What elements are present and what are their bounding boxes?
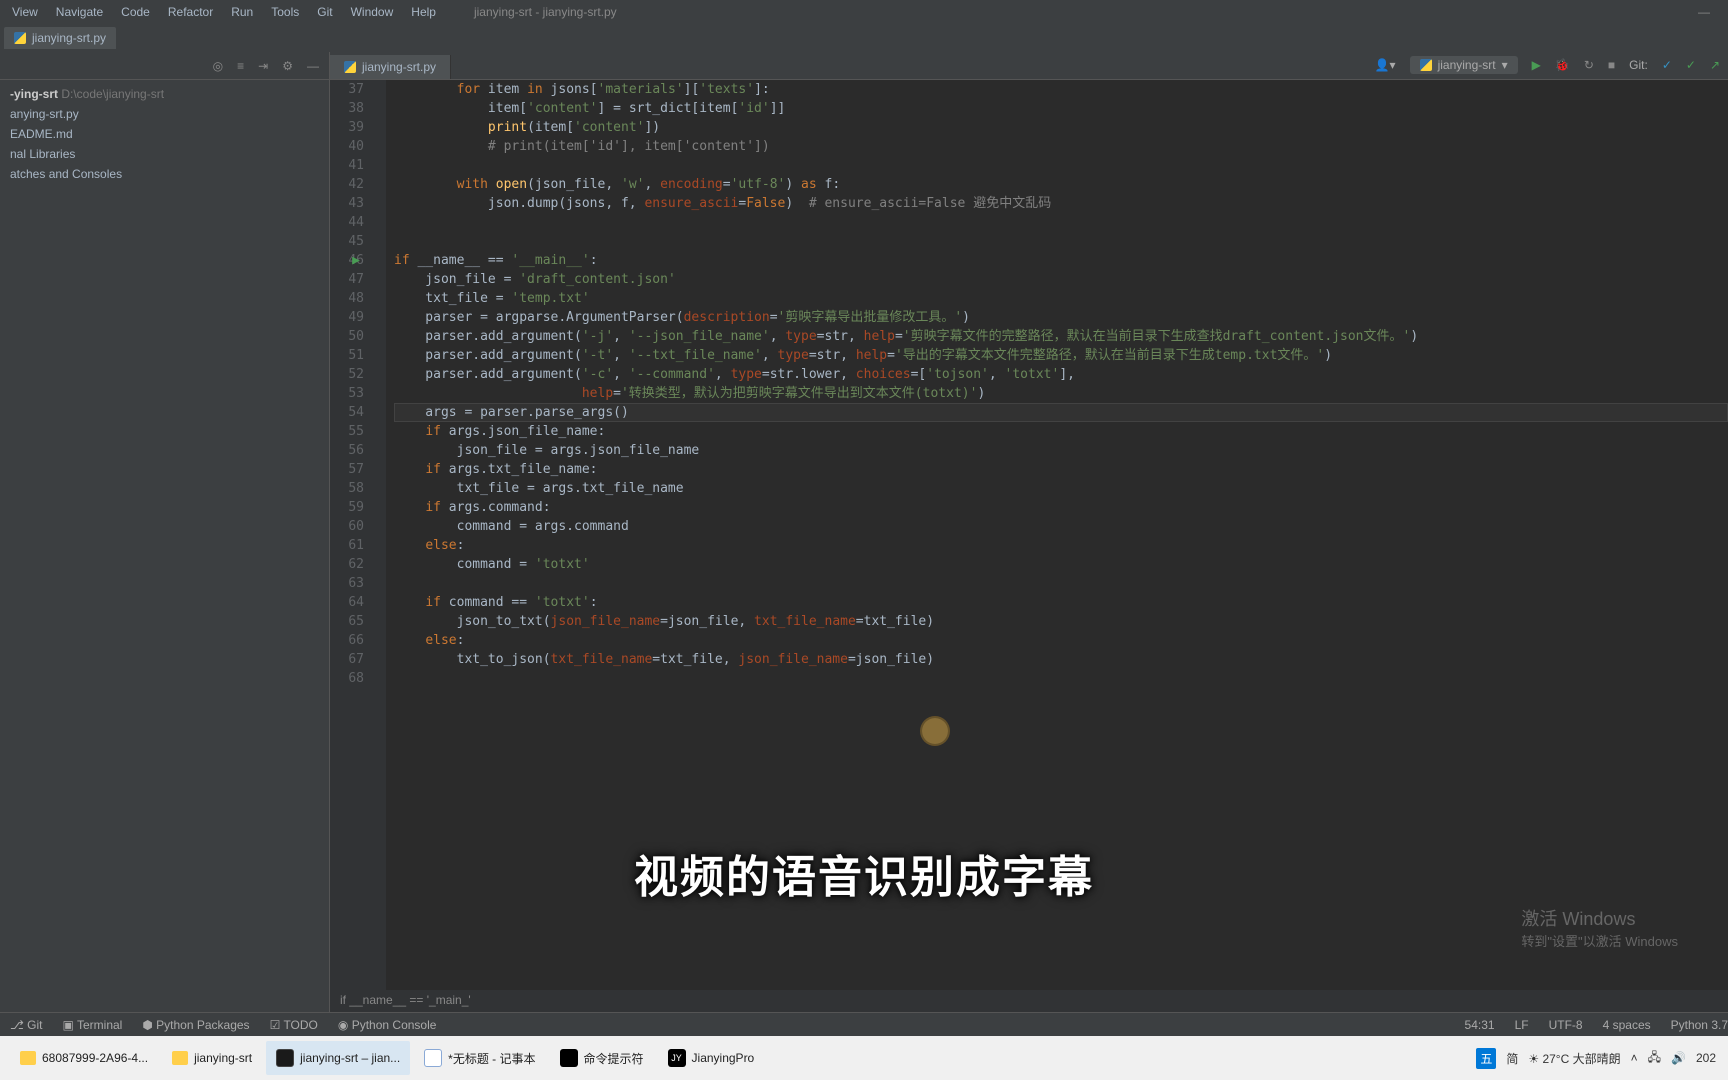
locate-icon[interactable]: ◎ <box>213 59 223 73</box>
expand-icon[interactable]: ≡ <box>237 59 244 73</box>
network-icon[interactable]: 🖧 <box>1648 1048 1661 1069</box>
git-push-icon[interactable]: ✓ <box>1686 58 1696 72</box>
windows-activation-watermark: 激活 Windows 转到"设置"以激活 Windows <box>1521 905 1678 950</box>
git-update-icon[interactable]: ↗ <box>1710 58 1720 72</box>
project-tab-bar: jianying-srt.py <box>0 24 1728 52</box>
python-file-icon <box>14 32 26 44</box>
volume-icon[interactable]: 🔊 <box>1671 1051 1686 1065</box>
menu-code[interactable]: Code <box>113 2 158 22</box>
toolwin-pypkg[interactable]: ⬢ Python Packages <box>142 1018 249 1032</box>
git-pull-icon[interactable]: ✓ <box>1662 58 1672 72</box>
jianying-icon: JY <box>668 1049 686 1067</box>
task-item[interactable]: 命令提示符 <box>550 1041 654 1075</box>
toolwin-todo[interactable]: ☑ TODO <box>270 1018 318 1032</box>
menu-run[interactable]: Run <box>223 2 261 22</box>
python-file-icon <box>1420 59 1432 71</box>
folder-icon <box>172 1051 188 1065</box>
task-item[interactable]: JYJianyingPro <box>658 1041 765 1075</box>
breadcrumb: if __name__ == '_main_' <box>330 990 1728 1012</box>
weather-widget[interactable]: ☀ 27°C 大部晴朗 <box>1528 1050 1620 1067</box>
tree-item[interactable]: EADME.md <box>10 124 319 144</box>
tree-item[interactable]: anying-srt.py <box>10 104 319 124</box>
window-title: jianying-srt - jianying-srt.py <box>466 2 625 22</box>
tree-item[interactable]: nal Libraries <box>10 144 319 164</box>
project-sidebar: ◎ ≡ ⇥ ⚙ — -ying-srt D:\code\jianying-srt… <box>0 52 330 1012</box>
chevron-down-icon: ▾ <box>1502 58 1508 72</box>
git-label: Git: <box>1629 58 1648 72</box>
rerun-icon[interactable]: ↻ <box>1584 58 1594 72</box>
users-icon[interactable]: 👤▾ <box>1375 58 1396 72</box>
run-icon[interactable]: ▶ <box>1532 58 1541 72</box>
collapse-icon[interactable]: ⇥ <box>258 59 268 73</box>
task-item[interactable]: *无标题 - 记事本 <box>414 1041 545 1075</box>
project-root-label: -ying-srt <box>10 87 58 101</box>
editor-tab[interactable]: jianying-srt.py <box>330 55 451 79</box>
notepad-icon <box>424 1049 442 1067</box>
status-indent[interactable]: 4 spaces <box>1603 1018 1651 1032</box>
menubar: View Navigate Code Refactor Run Tools Gi… <box>0 0 1728 24</box>
task-item[interactable]: jianying-srt <box>162 1041 262 1075</box>
status-pos: 54:31 <box>1465 1018 1495 1032</box>
chevron-up-icon[interactable]: ˄ <box>1631 1051 1638 1065</box>
ime-lang[interactable]: 简 <box>1506 1050 1518 1067</box>
folder-icon <box>20 1051 36 1065</box>
run-config-dropdown[interactable]: jianying-srt ▾ <box>1410 56 1518 74</box>
open-file-tab[interactable]: jianying-srt.py <box>4 27 116 49</box>
task-item[interactable]: jianying-srt – jian... <box>266 1041 410 1075</box>
task-item[interactable]: 68087999-2A96-4... <box>10 1041 158 1075</box>
pycharm-icon <box>276 1049 294 1067</box>
toolwin-pyconsole[interactable]: ◉ Python Console <box>338 1018 437 1032</box>
tool-window-bar: ⎇ Git ▣ Terminal ⬢ Python Packages ☑ TOD… <box>0 1012 1728 1036</box>
project-root[interactable]: -ying-srt D:\code\jianying-srt <box>10 84 319 104</box>
run-config-label: jianying-srt <box>1438 58 1496 72</box>
menu-git[interactable]: Git <box>309 2 340 22</box>
editor-tab-label: jianying-srt.py <box>362 60 436 74</box>
menu-help[interactable]: Help <box>403 2 444 22</box>
cmd-icon <box>560 1049 578 1067</box>
stop-icon[interactable]: ■ <box>1608 58 1615 72</box>
settings-icon[interactable]: ⚙ <box>282 59 293 73</box>
cursor-highlight <box>922 718 948 744</box>
minimize-icon[interactable]: — <box>1690 2 1718 22</box>
project-root-path: D:\code\jianying-srt <box>61 87 164 101</box>
taskbar: 68087999-2A96-4... jianying-srt jianying… <box>0 1036 1728 1080</box>
toolwin-terminal[interactable]: ▣ Terminal <box>63 1018 123 1032</box>
line-gutter: 37383940414243444546▶4748495051525354555… <box>330 80 386 990</box>
tray-year: 202 <box>1696 1051 1716 1065</box>
menu-view[interactable]: View <box>4 2 46 22</box>
status-interpreter[interactable]: Python 3.7 <box>1671 1018 1728 1032</box>
toolwin-git[interactable]: ⎇ Git <box>10 1018 43 1032</box>
menu-refactor[interactable]: Refactor <box>160 2 221 22</box>
hide-icon[interactable]: — <box>307 59 319 73</box>
menu-tools[interactable]: Tools <box>263 2 307 22</box>
status-enc[interactable]: UTF-8 <box>1549 1018 1583 1032</box>
tree-item[interactable]: atches and Consoles <box>10 164 319 184</box>
toolbar-right: 👤▾ jianying-srt ▾ ▶ 🐞 ↻ ■ Git: ✓ ✓ ↗ <box>1375 56 1720 74</box>
ime-indicator[interactable]: 五 <box>1476 1048 1496 1069</box>
menu-window[interactable]: Window <box>343 2 402 22</box>
python-file-icon <box>344 61 356 73</box>
open-file-label: jianying-srt.py <box>32 31 106 45</box>
video-caption: 视频的语音识别成字幕 <box>634 841 1094 905</box>
system-tray[interactable]: 五 简 ☀ 27°C 大部晴朗 ˄ 🖧 🔊 202 <box>1476 1048 1728 1069</box>
status-sep[interactable]: LF <box>1515 1018 1529 1032</box>
menu-navigate[interactable]: Navigate <box>48 2 111 22</box>
debug-icon[interactable]: 🐞 <box>1555 58 1570 72</box>
